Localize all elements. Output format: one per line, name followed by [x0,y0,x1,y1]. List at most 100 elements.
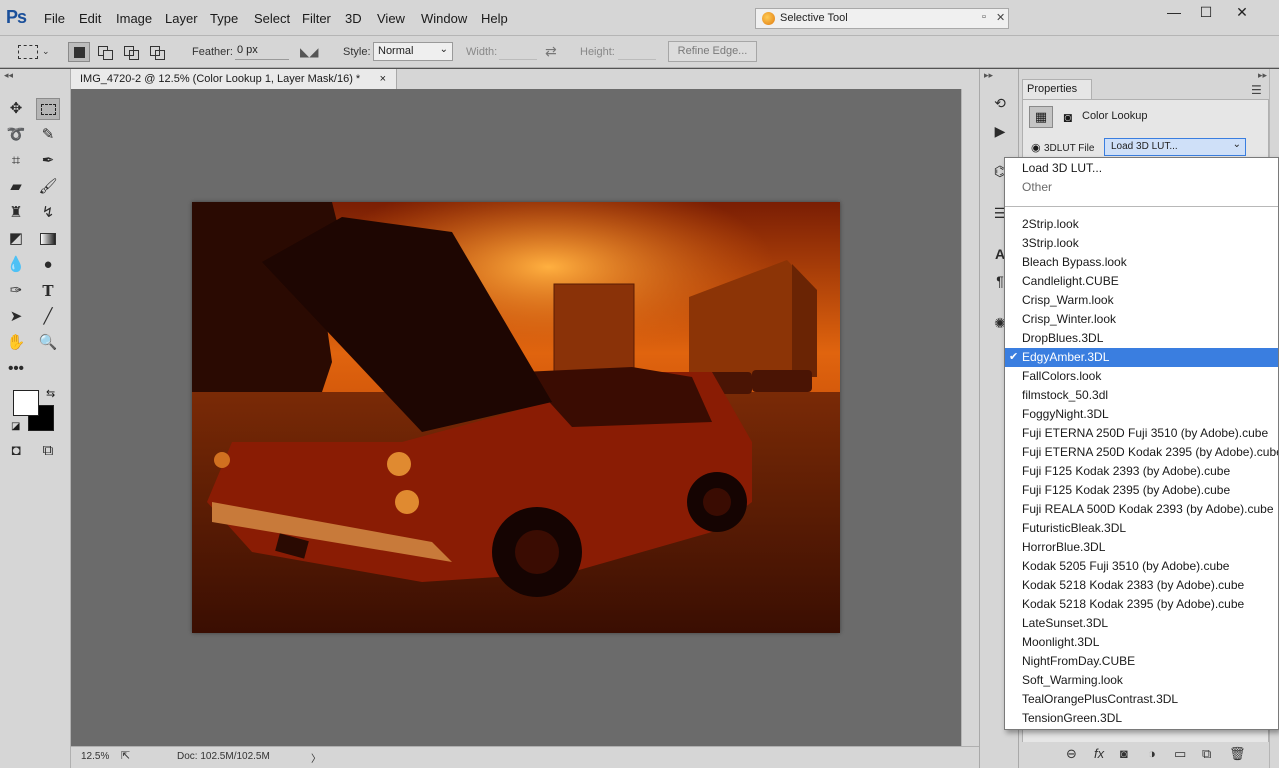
dropdown-item[interactable]: Fuji ETERNA 250D Kodak 2395 (by Adobe).c… [1005,443,1278,462]
dropdown-item[interactable]: filmstock_50.3dl [1005,386,1278,405]
eyedropper-tool-icon[interactable]: ✒ [36,150,60,172]
dropdown-item[interactable]: Kodak 5218 Kodak 2395 (by Adobe).cube [1005,595,1278,614]
menu-layer[interactable]: Layer [165,11,198,26]
panel-menu-icon[interactable]: ☰ [1251,83,1262,97]
dropdown-item[interactable]: 2Strip.look [1005,215,1278,234]
menu-edit[interactable]: Edit [79,11,101,26]
clone-stamp-tool-icon[interactable]: ♜ [4,202,28,224]
blur-tool-icon[interactable]: 💧 [4,254,28,276]
refine-edge-button[interactable]: Refine Edge... [668,41,757,62]
crop-tool-icon[interactable]: ⌗ [4,150,28,172]
dropdown-item[interactable]: Fuji F125 Kodak 2395 (by Adobe).cube [1005,481,1278,500]
zoom-level[interactable]: 12.5% [81,751,109,762]
dropdown-item[interactable]: TealOrangePlusContrast.3DL [1005,690,1278,709]
dropdown-item[interactable]: Fuji F125 Kodak 2393 (by Adobe).cube [1005,462,1278,481]
dropdown-item[interactable]: 3Strip.look [1005,234,1278,253]
layer-mask-icon[interactable]: ◙ [1057,106,1079,128]
width-input[interactable] [499,44,537,60]
more-tools-icon[interactable]: ••• [4,358,28,380]
radio-button-icon[interactable]: ◉ [1031,141,1041,154]
dropdown-item[interactable]: FallColors.look [1005,367,1278,386]
adjustment-layer-icon[interactable]: ◑ [1148,746,1156,761]
dropdown-item[interactable]: Crisp_Winter.look [1005,310,1278,329]
gradient-tool-icon[interactable] [36,228,60,250]
dropdown-item-selected[interactable]: ✔ EdgyAmber.3DL [1005,348,1278,367]
add-to-selection-button[interactable] [94,42,116,62]
selective-tool-panel[interactable]: Selective Tool ▫ ✕ [755,8,1009,29]
quick-selection-tool-icon[interactable]: ✎ [36,124,60,146]
link-icon[interactable]: ⊖ [1066,746,1077,762]
rectangular-marquee-tool-icon[interactable] [36,98,60,120]
dropdown-item[interactable]: Moonlight.3DL [1005,633,1278,652]
document-tab[interactable]: IMG_4720-2 @ 12.5% (Color Lookup 1, Laye… [71,69,397,89]
marquee-preset-icon[interactable] [18,45,38,59]
canvas-area[interactable] [71,89,961,746]
dropdown-item[interactable]: Bleach Bypass.look [1005,253,1278,272]
subtract-from-selection-button[interactable] [120,42,142,62]
new-selection-button[interactable] [68,42,90,62]
close-window-button[interactable]: ✕ [1226,3,1258,21]
zoom-tool-icon[interactable]: 🔍 [36,332,60,354]
anti-alias-icon[interactable]: ◣◢ [300,45,318,59]
path-selection-tool-icon[interactable]: ➤ [4,306,28,328]
dropdown-item[interactable]: Kodak 5218 Kodak 2383 (by Adobe).cube [1005,576,1278,595]
dropdown-item[interactable]: FoggyNight.3DL [1005,405,1278,424]
screen-mode-icon[interactable]: ⧉ [36,440,60,462]
intersect-selection-button[interactable] [146,42,168,62]
dropdown-item[interactable]: TensionGreen.3DL [1005,709,1278,728]
menu-view[interactable]: View [377,11,405,26]
new-layer-icon[interactable]: ⧉ [1202,746,1211,762]
fx-icon[interactable]: fx [1094,746,1104,761]
menu-select[interactable]: Select [254,11,290,26]
swap-colors-icon[interactable]: ⇆ [46,387,55,400]
minimize-window-button[interactable]: — [1158,3,1190,21]
eraser-tool-icon[interactable]: ◩ [4,228,28,250]
expand-dock-icon[interactable]: ▸▸ [984,70,993,81]
history-brush-tool-icon[interactable]: ↯ [36,202,60,224]
status-menu-arrow[interactable]: 〉 [311,750,321,765]
hand-tool-icon[interactable]: ✋ [4,332,28,354]
collapse-arrows-icon[interactable]: ◂◂ [4,70,13,81]
style-select[interactable]: Normal ⌄ [373,42,453,61]
brush-tool-icon[interactable]: 🖌 [36,176,60,198]
add-mask-icon[interactable]: ◙ [1120,746,1128,761]
dropdown-item[interactable]: LateSunset.3DL [1005,614,1278,633]
dropdown-item[interactable]: Candlelight.CUBE [1005,272,1278,291]
menu-filter[interactable]: Filter [302,11,331,26]
history-panel-icon[interactable]: ⟲ [989,93,1011,113]
maximize-window-button[interactable]: ☐ [1190,3,1222,21]
trash-icon[interactable]: 🗑 [1229,746,1246,762]
close-icon[interactable]: ✕ [996,11,1005,24]
menu-3d[interactable]: 3D [345,11,362,26]
line-tool-icon[interactable]: ╱ [36,306,60,328]
type-tool-icon[interactable]: T [36,280,60,302]
chevron-down-icon[interactable]: ⌄ [42,46,50,57]
height-input[interactable] [618,44,656,60]
foreground-color-swatch[interactable] [13,390,39,416]
dropdown-item[interactable]: DropBlues.3DL [1005,329,1278,348]
menu-file[interactable]: File [44,11,65,26]
dropdown-item[interactable]: Crisp_Warm.look [1005,291,1278,310]
collapse-panel-icon[interactable]: ▸▸ [1258,70,1267,81]
menu-help[interactable]: Help [481,11,508,26]
dropdown-item-load-3d-lut[interactable]: Load 3D LUT... [1005,159,1278,178]
dropdown-item[interactable]: HorrorBlue.3DL [1005,538,1278,557]
lut-file-select[interactable]: Load 3D LUT... ⌄ [1104,138,1246,156]
default-colors-icon[interactable]: ◪ [11,421,20,432]
export-icon[interactable]: ⇱ [121,749,130,762]
menu-image[interactable]: Image [116,11,152,26]
document-image[interactable] [192,202,840,633]
menu-type[interactable]: Type [210,11,238,26]
healing-brush-tool-icon[interactable]: ▰ [4,176,28,198]
dropdown-item[interactable]: Fuji REALA 500D Kodak 2393 (by Adobe).cu… [1005,500,1278,519]
feather-input[interactable]: 0 px [235,44,289,60]
lasso-tool-icon[interactable]: ➰ [4,124,28,146]
pen-tool-icon[interactable]: ✑ [4,280,28,302]
move-tool-icon[interactable]: ✥ [4,98,28,120]
dropdown-item[interactable]: Fuji ETERNA 250D Fuji 3510 (by Adobe).cu… [1005,424,1278,443]
canvas-vertical-scrollbar[interactable] [961,89,979,746]
dropdown-item[interactable]: Soft_Warming.look [1005,671,1278,690]
dropdown-item[interactable]: Kodak 5205 Fuji 3510 (by Adobe).cube [1005,557,1278,576]
properties-tab[interactable]: Properties [1022,79,1092,99]
folder-icon[interactable]: ▭ [1174,746,1186,762]
